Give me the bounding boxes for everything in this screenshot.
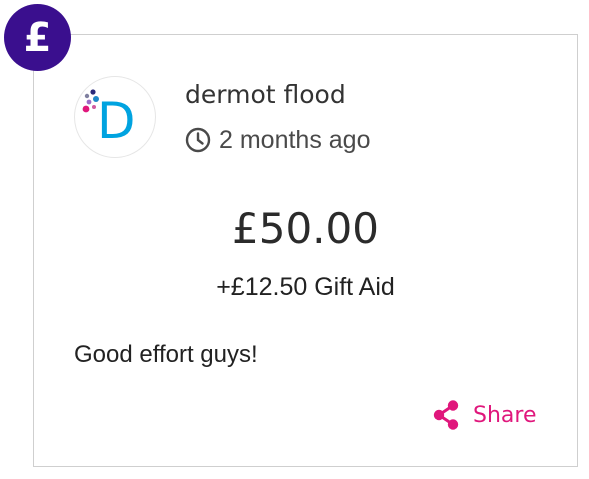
avatar: D [74, 76, 156, 158]
share-label[interactable]: Share [473, 403, 537, 428]
donation-message: Good effort guys! [74, 341, 258, 368]
pound-icon: £ [4, 4, 71, 71]
share-button[interactable]: Share [432, 398, 537, 432]
avatar-letter: D [97, 92, 136, 150]
clock-icon [185, 127, 211, 153]
donor-name: dermot flood [185, 80, 346, 109]
donation-amount: £50.00 [232, 204, 379, 253]
d-logo-icon: D [82, 89, 136, 150]
badge-symbol: £ [23, 14, 52, 61]
time-row: 2 months ago [185, 126, 371, 154]
gift-aid-amount: +£12.50 Gift Aid [216, 273, 395, 301]
share-icon [433, 400, 459, 430]
time-ago: 2 months ago [219, 125, 371, 154]
